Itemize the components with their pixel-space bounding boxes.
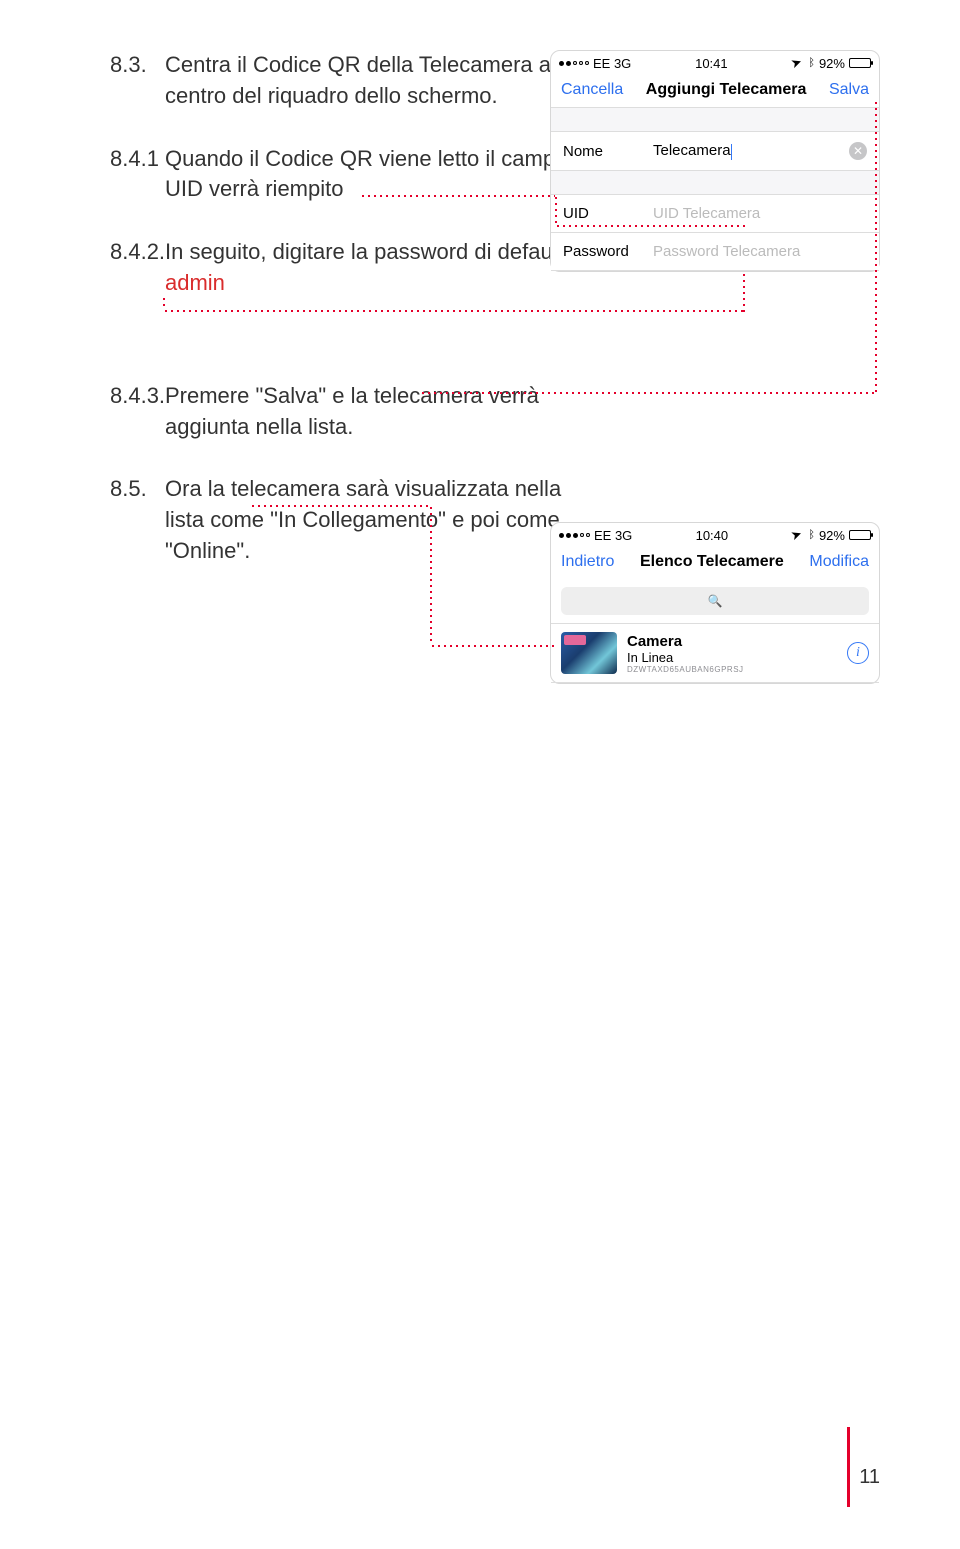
carrier-label: EE 3G	[594, 528, 632, 543]
step-num: 8.4.3.	[110, 381, 165, 443]
signal-icon	[559, 533, 590, 538]
default-password: admin	[165, 270, 225, 295]
nav-bar: Indietro Elenco Telecamere Modifica	[551, 547, 879, 579]
camera-name: Camera	[627, 633, 847, 650]
status-time: 10:40	[696, 528, 729, 543]
phone-camera-list: EE 3G 10:40 ➤ ᛒ 92% Indietro Elenco Tele…	[550, 522, 880, 684]
nav-bar: Cancella Aggiungi Telecamera Salva	[551, 75, 879, 107]
battery-percent: 92%	[819, 528, 845, 543]
step-num: 8.3.	[110, 50, 165, 112]
bluetooth-icon: ᛒ	[808, 529, 815, 541]
location-icon: ➤	[789, 54, 805, 73]
camera-status: In Linea	[627, 650, 847, 665]
label-nome: Nome	[563, 143, 653, 160]
battery-percent: 92%	[819, 56, 845, 71]
status-bar: EE 3G 10:41 ➤ ᛒ 92%	[551, 51, 879, 75]
search-input[interactable]: 🔍	[561, 587, 869, 615]
edit-button[interactable]: Modifica	[809, 553, 869, 571]
save-button[interactable]: Salva	[829, 81, 869, 99]
back-button[interactable]: Indietro	[561, 553, 614, 571]
step-num: 8.5.	[110, 474, 165, 566]
camera-uid: DZWTAXD65AUBAN6GPRSJ	[627, 665, 847, 674]
clear-icon[interactable]: ✕	[849, 142, 867, 160]
input-password[interactable]: Password Telecamera	[653, 243, 867, 260]
signal-icon	[559, 61, 589, 66]
battery-icon	[849, 58, 871, 68]
step-text: Ora la telecamera sarà visualizzata nell…	[165, 474, 575, 566]
status-bar: EE 3G 10:40 ➤ ᛒ 92%	[551, 523, 879, 547]
step-text: Centra il Codice QR della Telecamera al …	[165, 50, 575, 112]
phone-add-camera: EE 3G 10:41 ➤ ᛒ 92% Cancella Aggiungi Te…	[550, 50, 880, 272]
step-8-4-3: 8.4.3. Premere "Salva" e la telecamera v…	[110, 381, 880, 443]
nav-title: Aggiungi Telecamera	[646, 81, 807, 99]
page-number: 11	[859, 1466, 880, 1489]
row-password[interactable]: Password Password Telecamera	[551, 232, 879, 271]
carrier-label: EE 3G	[593, 56, 631, 71]
step-text: In seguito, digitare la password di defa…	[165, 237, 570, 299]
nav-title: Elenco Telecamere	[640, 553, 784, 571]
page-accent-bar	[847, 1427, 850, 1507]
input-nome[interactable]: Telecamera	[653, 142, 849, 159]
step-num: 8.4.1	[110, 144, 165, 206]
info-button[interactable]: i	[847, 642, 869, 664]
row-nome[interactable]: Nome Telecamera ✕	[551, 131, 879, 170]
row-uid[interactable]: UID UID Telecamera	[551, 194, 879, 232]
battery-icon	[849, 530, 871, 540]
label-uid: UID	[563, 205, 653, 222]
step-text: Premere "Salva" e la telecamera verrà ag…	[165, 381, 575, 443]
bluetooth-icon: ᛒ	[808, 57, 815, 69]
step-num: 8.4.2.	[110, 237, 165, 299]
cancel-button[interactable]: Cancella	[561, 81, 623, 99]
label-password: Password	[563, 243, 653, 260]
camera-thumbnail	[561, 632, 617, 674]
location-icon: ➤	[789, 526, 805, 545]
step-text: Quando il Codice QR viene letto il campo…	[165, 144, 575, 206]
status-time: 10:41	[695, 56, 728, 71]
step-text-part: In seguito, digitare la password di defa…	[165, 239, 570, 264]
search-icon: 🔍	[708, 594, 723, 608]
camera-list-item[interactable]: Camera In Linea DZWTAXD65AUBAN6GPRSJ i	[551, 623, 879, 683]
input-uid[interactable]: UID Telecamera	[653, 205, 867, 222]
